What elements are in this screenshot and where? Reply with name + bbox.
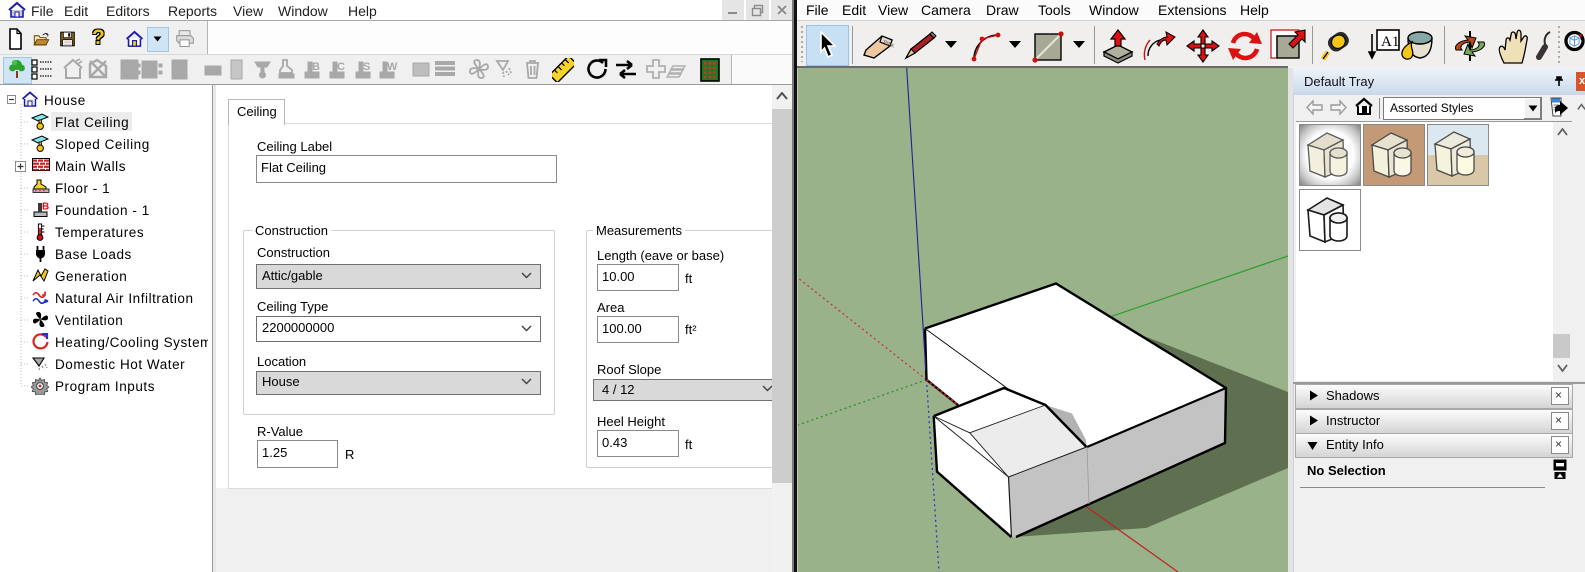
svg-text:B: B [42,202,49,213]
svg-text:B: B [312,61,320,73]
svg-text:A1: A1 [1381,34,1399,50]
svg-text:S: S [363,61,370,73]
svg-text:W: W [387,61,398,73]
svg-text:C: C [337,61,345,73]
